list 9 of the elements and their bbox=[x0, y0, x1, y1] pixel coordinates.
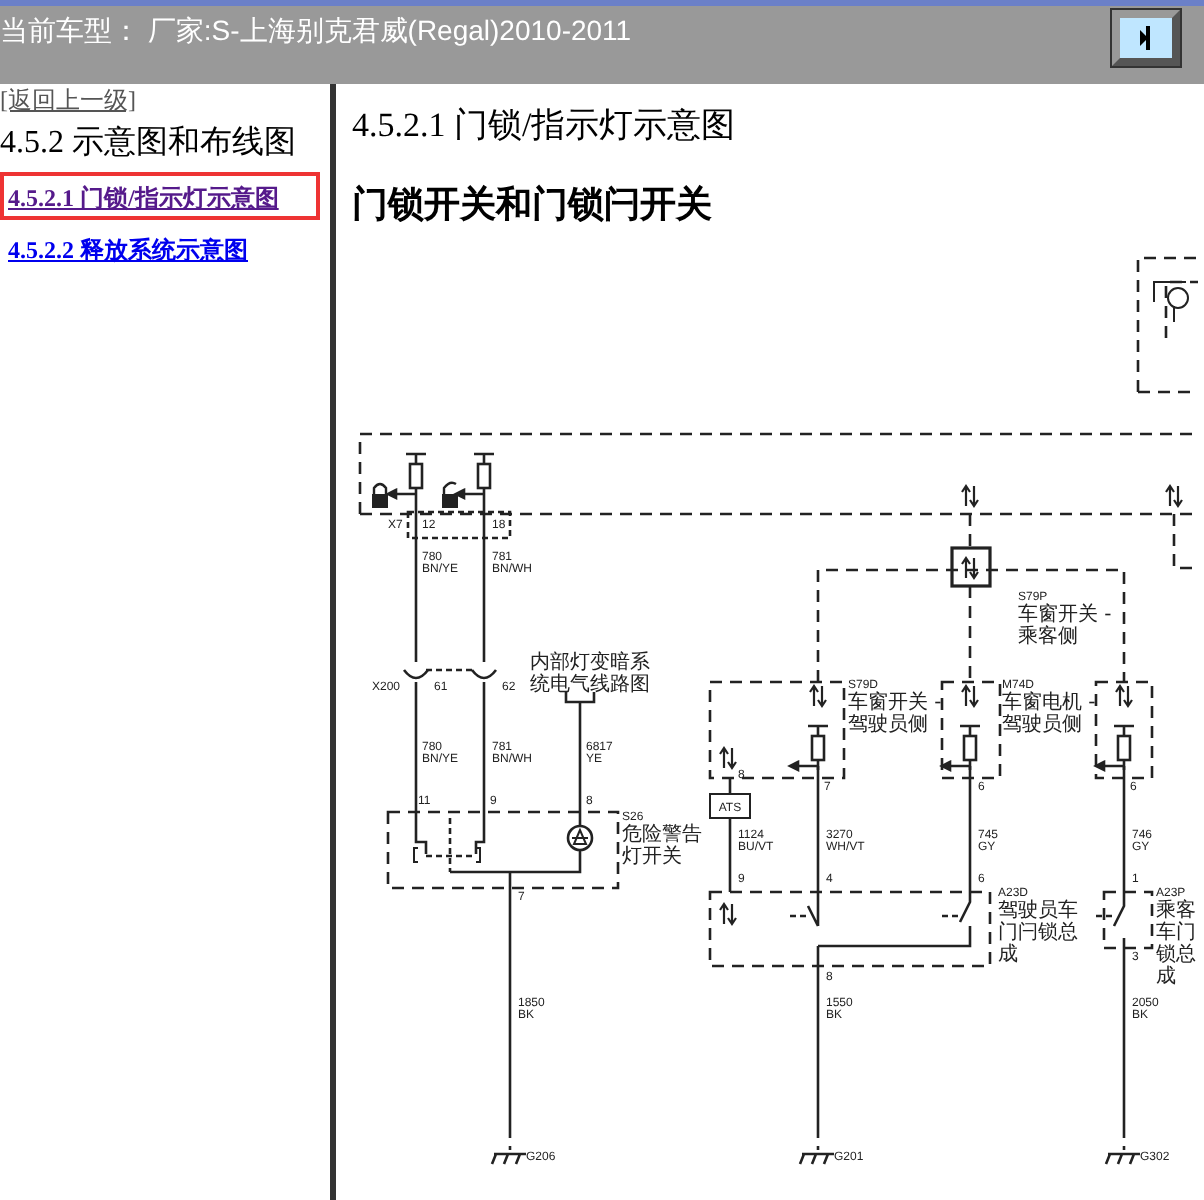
vehicle-title: 当前车型： 厂家:S-上海别克君威(Regal)2010-2011 bbox=[0, 14, 632, 50]
back-link[interactable]: [返回上一级] bbox=[0, 84, 330, 118]
diagram-note: 内部灯变暗系 统电气线路图 bbox=[530, 652, 650, 696]
sidebar-link[interactable]: 4.5.2.2 释放系统示意图 bbox=[0, 234, 256, 268]
section-title: 4.5.2 示意图和布线图 bbox=[0, 123, 298, 164]
sidebar-link[interactable]: 4.5.2.1 门锁/指示灯示意图 bbox=[0, 182, 287, 216]
diagram-title: 门锁开关和门锁闩开关 bbox=[352, 182, 714, 228]
navigation-button[interactable] bbox=[1112, 10, 1180, 66]
page-title: 4.5.2.1 门锁/指示灯示意图 bbox=[352, 104, 738, 148]
